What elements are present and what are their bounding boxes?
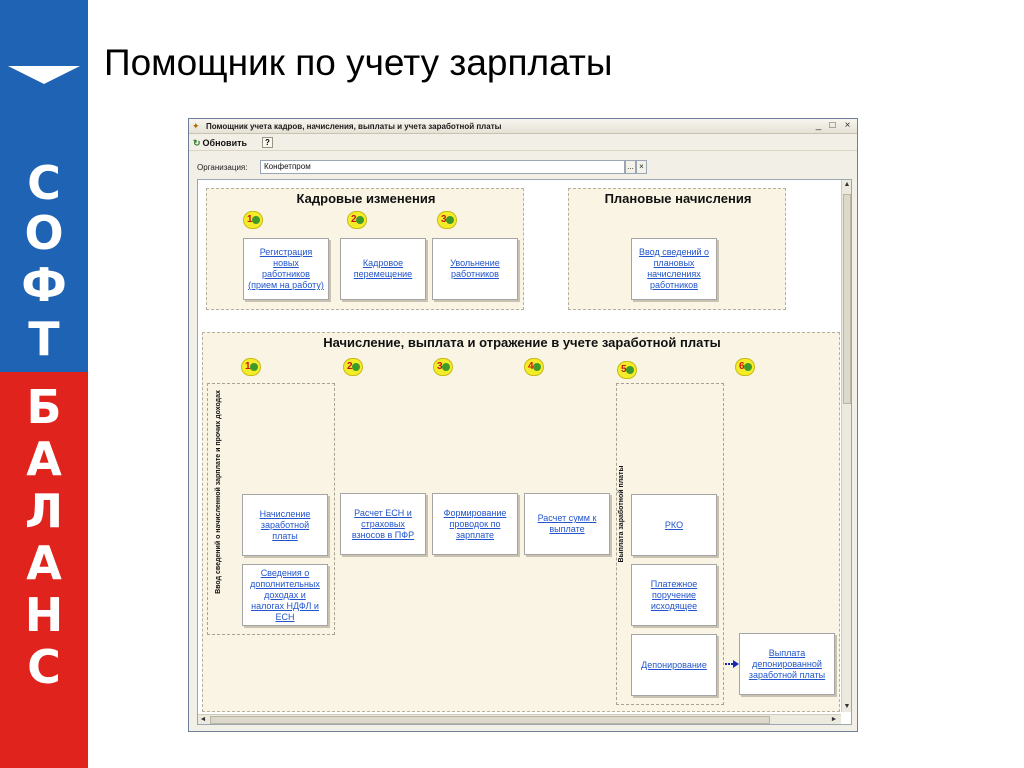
- brand-letter: А: [26, 536, 62, 590]
- step-badge: 3: [433, 358, 453, 376]
- brand-letter: Т: [28, 312, 60, 366]
- step-badge: 6: [735, 358, 755, 376]
- step-arrow-icon: [446, 216, 454, 224]
- close-button[interactable]: ×: [842, 121, 853, 132]
- help-button[interactable]: ?: [262, 137, 273, 148]
- esn-calc-link[interactable]: Расчет ЕСН и страховых взносов в ПФР: [340, 493, 426, 555]
- dismissal-link[interactable]: Увольнение работников: [432, 238, 518, 300]
- hr-changes-group: Кадровые изменения 1 2 3 Регистрация нов…: [206, 188, 524, 310]
- input-income-group: Ввод сведений о начисленной зарплате и п…: [207, 383, 335, 635]
- refresh-icon: ↻: [193, 138, 201, 148]
- assistant-window: ✦ Помощник учета кадров, начисления, вып…: [188, 118, 858, 732]
- flow-arrow-icon: [725, 660, 739, 668]
- refresh-label: Обновить: [202, 138, 248, 148]
- org-field[interactable]: Конфетпром: [260, 160, 625, 174]
- planned-accruals-link[interactable]: Ввод сведений о плановых начислениях раб…: [631, 238, 717, 300]
- scroll-down-button[interactable]: ▼: [842, 702, 851, 712]
- vertical-scrollbar[interactable]: ▲ ▼: [841, 180, 851, 712]
- scroll-right-button[interactable]: ►: [829, 715, 839, 724]
- minimize-button[interactable]: _: [813, 121, 824, 132]
- brand-letter: Ф: [21, 258, 67, 312]
- step-badge: 1: [243, 211, 263, 229]
- step-arrow-icon: [533, 363, 541, 371]
- step-arrow-icon: [744, 363, 752, 371]
- step-badge: 2: [347, 211, 367, 229]
- brand-letter: С: [27, 640, 61, 694]
- payroll-group: Начисление, выплата и отражение в учете …: [202, 332, 840, 712]
- rko-link[interactable]: РКО: [631, 494, 717, 556]
- step-arrow-icon: [252, 216, 260, 224]
- brand-letter: С: [27, 156, 61, 210]
- input-income-group-label: Ввод сведений о начисленной зарплате и п…: [215, 390, 222, 594]
- brand-letter: О: [24, 206, 64, 260]
- postings-link[interactable]: Формирование проводок по зарплате: [432, 493, 518, 555]
- brand-banner: С О Ф Т Б А Л А Н С: [0, 0, 88, 768]
- step-badge: 1: [241, 358, 261, 376]
- payment-order-link[interactable]: Платежное поручение исходящее: [631, 564, 717, 626]
- window-titlebar: ✦ Помощник учета кадров, начисления, вып…: [189, 119, 857, 134]
- horizontal-scrollbar[interactable]: ◄ ►: [198, 714, 841, 724]
- additional-income-link[interactable]: Сведения о дополнительных доходах и нало…: [242, 564, 328, 626]
- payout-group-label: Выплата заработной платы: [618, 465, 625, 563]
- org-label: Организация:: [197, 163, 248, 172]
- brand-letter: А: [26, 432, 62, 486]
- step-badge: 4: [524, 358, 544, 376]
- brand-letter: Б: [26, 380, 62, 434]
- scroll-left-button[interactable]: ◄: [198, 715, 208, 724]
- transfer-link[interactable]: Кадровое перемещение: [340, 238, 426, 300]
- brand-letter: Н: [24, 588, 64, 642]
- step-arrow-icon: [442, 363, 450, 371]
- payroll-title: Начисление, выплата и отражение в учете …: [323, 335, 721, 350]
- planned-accruals-group: Плановые начисления Ввод сведений о план…: [568, 188, 786, 310]
- step-arrow-icon: [250, 363, 258, 371]
- step-badge: 2: [343, 358, 363, 376]
- deposit-link[interactable]: Депонирование: [631, 634, 717, 696]
- hr-changes-title: Кадровые изменения: [296, 191, 436, 206]
- toolbar: ↻ Обновить ?: [189, 135, 857, 151]
- scroll-up-button[interactable]: ▲: [842, 180, 851, 190]
- assistant-content: Кадровые изменения 1 2 3 Регистрация нов…: [197, 179, 852, 725]
- step-badge: 3: [437, 211, 457, 229]
- slide-title: Помощник по учету зарплаты: [104, 42, 613, 83]
- register-employees-link[interactable]: Регистрация новых работников (прием на р…: [243, 238, 329, 300]
- accrual-link[interactable]: Начисление заработной платы: [242, 494, 328, 556]
- step-badge: 5: [617, 361, 637, 379]
- payout-group: Выплата заработной платы РКО Платежное п…: [616, 383, 724, 705]
- step-arrow-icon: [626, 366, 634, 374]
- deposit-payout-link[interactable]: Выплата депонированной заработной платы: [739, 633, 835, 695]
- planned-accruals-title: Плановые начисления: [604, 191, 752, 206]
- refresh-button[interactable]: ↻ Обновить: [193, 137, 247, 149]
- step-arrow-icon: [352, 363, 360, 371]
- brand-letter: Л: [24, 484, 64, 538]
- window-title: Помощник учета кадров, начисления, выпла…: [206, 122, 502, 131]
- org-select-button[interactable]: ...: [625, 160, 636, 174]
- step-arrow-icon: [356, 216, 364, 224]
- maximize-button[interactable]: □: [827, 121, 838, 132]
- vertical-scroll-thumb[interactable]: [843, 194, 851, 404]
- brand-triangle-icon: [8, 66, 80, 84]
- payout-calc-link[interactable]: Расчет сумм к выплате: [524, 493, 610, 555]
- app-icon: ✦: [192, 121, 200, 131]
- org-clear-button[interactable]: ×: [636, 160, 647, 174]
- horizontal-scroll-thumb[interactable]: [210, 716, 770, 724]
